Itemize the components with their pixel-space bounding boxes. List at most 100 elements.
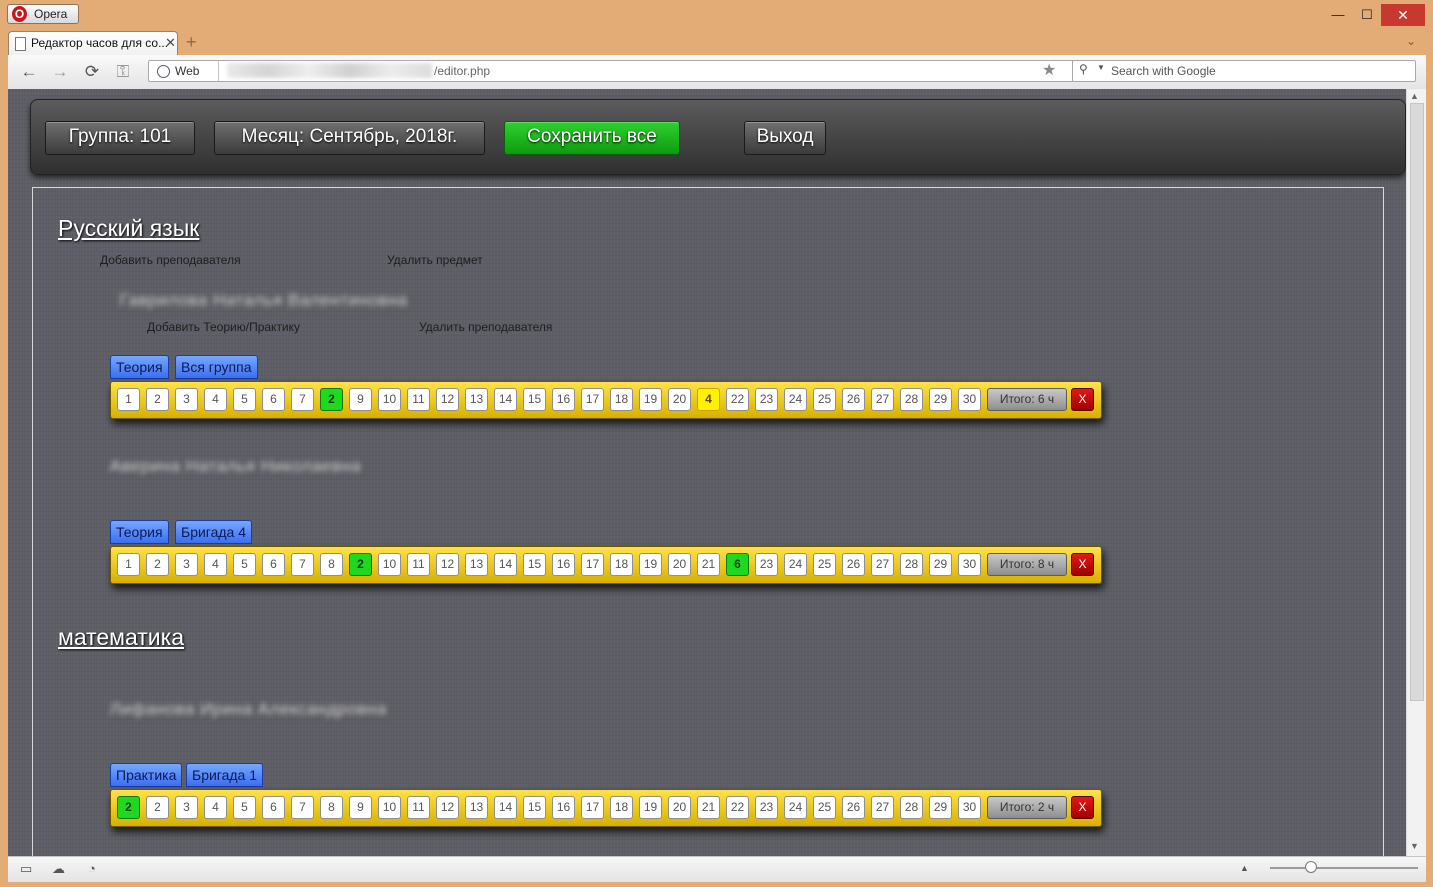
day-cell[interactable]: 20 bbox=[668, 553, 691, 576]
day-cell[interactable]: 4 bbox=[697, 388, 720, 411]
day-cell[interactable]: 25 bbox=[813, 553, 836, 576]
minimize-icon[interactable]: — bbox=[1323, 6, 1353, 24]
day-cell[interactable]: 19 bbox=[639, 796, 662, 819]
delete-row-button[interactable]: X bbox=[1071, 388, 1094, 411]
day-cell[interactable]: 15 bbox=[523, 388, 546, 411]
back-icon[interactable]: ← bbox=[18, 62, 40, 82]
day-cell[interactable]: 2 bbox=[117, 796, 140, 819]
day-cell[interactable]: 23 bbox=[755, 553, 778, 576]
day-cell[interactable]: 29 bbox=[929, 388, 952, 411]
day-cell[interactable]: 2 bbox=[146, 553, 169, 576]
day-cell[interactable]: 2 bbox=[320, 388, 343, 411]
day-cell[interactable]: 17 bbox=[581, 796, 604, 819]
day-cell[interactable]: 13 bbox=[465, 796, 488, 819]
opera-menu-button[interactable]: O Opera bbox=[7, 4, 79, 24]
day-cell[interactable]: 11 bbox=[407, 796, 430, 819]
day-cell[interactable]: 20 bbox=[668, 388, 691, 411]
lesson-type-tag[interactable]: Теория bbox=[110, 520, 169, 544]
address-bar[interactable]: Web /editor.php ★ bbox=[148, 60, 1098, 82]
day-cell[interactable]: 12 bbox=[436, 388, 459, 411]
day-cell[interactable]: 2 bbox=[349, 553, 372, 576]
day-cell[interactable]: 3 bbox=[175, 796, 198, 819]
day-cell[interactable]: 6 bbox=[262, 796, 285, 819]
day-cell[interactable]: 20 bbox=[668, 796, 691, 819]
delete-teacher-link[interactable]: Удалить преподавателя bbox=[419, 320, 552, 334]
day-cell[interactable]: 14 bbox=[494, 796, 517, 819]
day-cell[interactable]: 9 bbox=[349, 388, 372, 411]
zoom-slider[interactable] bbox=[1270, 867, 1418, 869]
bookmark-star-icon[interactable]: ★ bbox=[1042, 60, 1056, 80]
day-cell[interactable]: 11 bbox=[407, 388, 430, 411]
subject-title[interactable]: математика bbox=[58, 624, 184, 651]
day-cell[interactable]: 26 bbox=[842, 796, 865, 819]
day-cell[interactable]: 29 bbox=[929, 553, 952, 576]
forward-icon[interactable]: → bbox=[49, 62, 71, 82]
day-cell[interactable]: 29 bbox=[929, 796, 952, 819]
scroll-up-icon[interactable]: ▲ bbox=[1410, 91, 1419, 101]
day-cell[interactable]: 13 bbox=[465, 553, 488, 576]
day-cell[interactable]: 3 bbox=[175, 388, 198, 411]
group-tag[interactable]: Бригада 1 bbox=[186, 763, 264, 787]
group-button[interactable]: Группа: 101 bbox=[45, 121, 195, 155]
reload-icon[interactable]: ⟳ bbox=[81, 62, 103, 82]
day-cell[interactable]: 15 bbox=[523, 553, 546, 576]
day-cell[interactable]: 9 bbox=[349, 796, 372, 819]
day-cell[interactable]: 21 bbox=[697, 553, 720, 576]
day-cell[interactable]: 19 bbox=[639, 388, 662, 411]
day-cell[interactable]: 10 bbox=[378, 796, 401, 819]
day-cell[interactable]: 3 bbox=[175, 553, 198, 576]
day-cell[interactable]: 18 bbox=[610, 388, 633, 411]
day-cell[interactable]: 17 bbox=[581, 553, 604, 576]
group-tag[interactable]: Вся группа bbox=[175, 355, 258, 379]
day-cell[interactable]: 27 bbox=[871, 388, 894, 411]
day-cell[interactable]: 12 bbox=[436, 796, 459, 819]
day-cell[interactable]: 23 bbox=[755, 388, 778, 411]
day-cell[interactable]: 24 bbox=[784, 553, 807, 576]
scroll-thumb[interactable] bbox=[1410, 103, 1424, 701]
day-cell[interactable]: 19 bbox=[639, 553, 662, 576]
day-cell[interactable]: 28 bbox=[900, 796, 923, 819]
search-field[interactable]: ⚲ ▼ Search with Google bbox=[1072, 60, 1416, 82]
day-cell[interactable]: 2 bbox=[146, 796, 169, 819]
add-teacher-link[interactable]: Добавить преподавателя bbox=[100, 253, 241, 267]
opera-turbo-icon[interactable]: ◔ bbox=[88, 861, 96, 876]
panel-toggle-icon[interactable]: ▭ bbox=[20, 861, 32, 877]
day-cell[interactable]: 6 bbox=[262, 388, 285, 411]
day-cell[interactable]: 5 bbox=[233, 796, 256, 819]
day-cell[interactable]: 30 bbox=[958, 388, 981, 411]
add-theory-practice-link[interactable]: Добавить Теорию/Практику bbox=[147, 320, 300, 334]
window-close-button[interactable]: ✕ bbox=[1381, 4, 1425, 26]
delete-row-button[interactable]: X bbox=[1071, 796, 1094, 819]
search-engine-dropdown-icon[interactable]: ▼ bbox=[1097, 63, 1105, 72]
day-cell[interactable]: 7 bbox=[291, 388, 314, 411]
day-cell[interactable]: 4 bbox=[204, 796, 227, 819]
day-cell[interactable]: 13 bbox=[465, 388, 488, 411]
day-cell[interactable]: 27 bbox=[871, 553, 894, 576]
day-cell[interactable]: 17 bbox=[581, 388, 604, 411]
day-cell[interactable]: 8 bbox=[320, 796, 343, 819]
day-cell[interactable]: 5 bbox=[233, 553, 256, 576]
day-cell[interactable]: 22 bbox=[726, 388, 749, 411]
day-cell[interactable]: 25 bbox=[813, 388, 836, 411]
tab-menu-icon[interactable]: ⌄ bbox=[1406, 34, 1416, 48]
day-cell[interactable]: 12 bbox=[436, 553, 459, 576]
day-cell[interactable]: 24 bbox=[784, 796, 807, 819]
day-cell[interactable]: 30 bbox=[958, 553, 981, 576]
day-cell[interactable]: 6 bbox=[262, 553, 285, 576]
zoom-slider-knob[interactable] bbox=[1305, 861, 1317, 873]
day-cell[interactable]: 6 bbox=[726, 553, 749, 576]
day-cell[interactable]: 27 bbox=[871, 796, 894, 819]
day-cell[interactable]: 14 bbox=[494, 553, 517, 576]
scroll-down-icon[interactable]: ▼ bbox=[1410, 841, 1419, 851]
day-cell[interactable]: 10 bbox=[378, 553, 401, 576]
day-cell[interactable]: 23 bbox=[755, 796, 778, 819]
vertical-scrollbar[interactable]: ▲ ▼ bbox=[1406, 89, 1426, 856]
lesson-type-tag[interactable]: Практика bbox=[110, 763, 183, 787]
day-cell[interactable]: 16 bbox=[552, 388, 575, 411]
day-cell[interactable]: 28 bbox=[900, 553, 923, 576]
month-button[interactable]: Месяц: Сентябрь, 2018г. bbox=[214, 121, 485, 155]
day-cell[interactable]: 18 bbox=[610, 553, 633, 576]
tab-close-icon[interactable]: ✕ bbox=[165, 32, 176, 54]
day-cell[interactable]: 4 bbox=[204, 553, 227, 576]
day-cell[interactable]: 30 bbox=[958, 796, 981, 819]
